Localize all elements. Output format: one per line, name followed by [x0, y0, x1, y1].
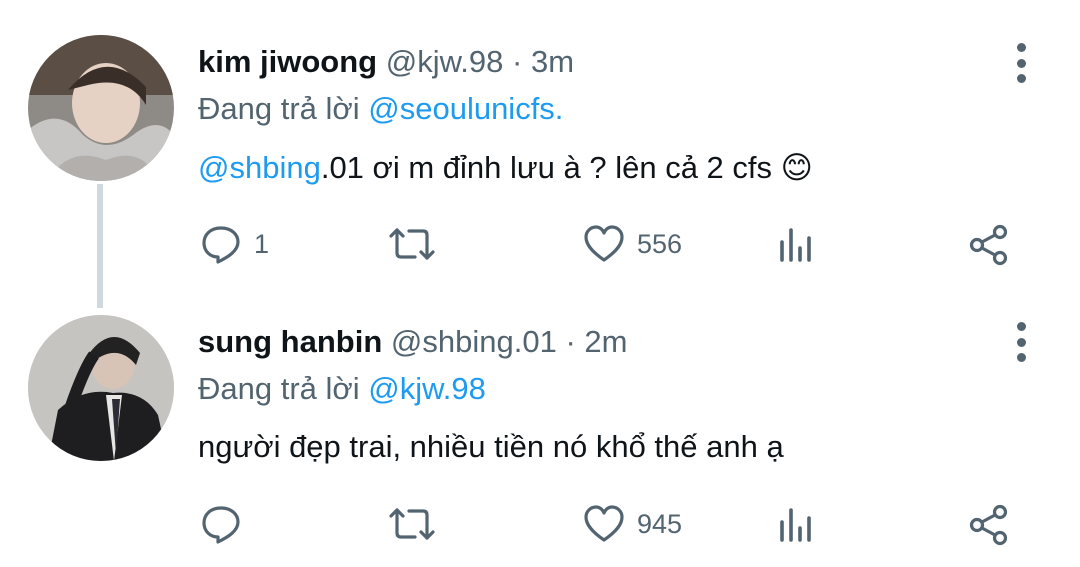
- separator-dot: ·: [565, 324, 576, 359]
- share-button[interactable]: [968, 224, 1010, 266]
- analytics-icon: [780, 508, 811, 542]
- like-count: 556: [637, 228, 683, 259]
- tweet-text-body: .01 ơi m đỉnh lưu à ? lên cả 2 cfs: [320, 150, 773, 185]
- retweet-icon: [389, 508, 435, 540]
- display-name[interactable]: sung hanbin: [198, 324, 382, 359]
- timestamp[interactable]: 3m: [531, 44, 574, 79]
- analytics-icon: [780, 228, 811, 262]
- tweet-sung-hanbin[interactable]: sung hanbin @shbing.01 · 2m Đang trả lời…: [0, 290, 1080, 567]
- replying-to-label: Đang trả lời: [198, 371, 360, 406]
- reply-count: 1: [254, 228, 270, 259]
- like-icon: [584, 505, 624, 542]
- analytics-button[interactable]: [778, 506, 816, 544]
- like-button[interactable]: 945: [583, 504, 682, 544]
- avatar[interactable]: [28, 315, 174, 461]
- share-button[interactable]: [968, 504, 1010, 546]
- retweet-button[interactable]: [387, 506, 437, 542]
- reply-button[interactable]: 1: [200, 224, 269, 264]
- smile-emoji-icon: 😊: [780, 150, 813, 185]
- replying-to: Đang trả lời @kjw.98: [198, 371, 486, 407]
- share-icon: [969, 224, 1008, 266]
- tweet-text: người đẹp trai, nhiều tiền nó khổ thế an…: [198, 429, 784, 464]
- tweet-header: kim jiwoong @kjw.98 · 3m: [198, 44, 574, 80]
- mention-link[interactable]: @shbing: [198, 150, 321, 185]
- analytics-button[interactable]: [778, 226, 816, 264]
- replying-to: Đang trả lời @seoulunicfs.: [198, 91, 563, 127]
- separator-dot: ·: [512, 44, 523, 79]
- reply-mention-link[interactable]: @kjw.98: [368, 371, 486, 406]
- replying-to-label: Đang trả lời: [198, 91, 360, 126]
- avatar[interactable]: [28, 35, 174, 181]
- retweet-button[interactable]: [387, 226, 437, 262]
- reply-icon: [202, 226, 240, 264]
- tweet-header: sung hanbin @shbing.01 · 2m: [198, 324, 627, 360]
- like-count: 945: [637, 508, 683, 539]
- more-vertical-icon[interactable]: [1008, 322, 1034, 362]
- retweet-icon: [389, 228, 435, 260]
- reply-icon: [202, 506, 240, 544]
- display-name[interactable]: kim jiwoong: [198, 44, 377, 79]
- tweet-text: @shbing.01 ơi m đỉnh lưu à ? lên cả 2 cf…: [198, 150, 813, 186]
- like-icon: [584, 225, 624, 262]
- timestamp[interactable]: 2m: [584, 324, 627, 359]
- reply-mention-link[interactable]: @seoulunicfs.: [368, 91, 563, 126]
- reply-button[interactable]: [200, 504, 242, 544]
- like-button[interactable]: 556: [583, 224, 682, 264]
- tweet-kim-jiwoong[interactable]: kim jiwoong @kjw.98 · 3m Đang trả lời @s…: [0, 0, 1080, 290]
- user-handle[interactable]: @kjw.98: [386, 44, 504, 79]
- user-handle[interactable]: @shbing.01: [391, 324, 557, 359]
- more-vertical-icon[interactable]: [1008, 43, 1034, 83]
- share-icon: [969, 504, 1008, 546]
